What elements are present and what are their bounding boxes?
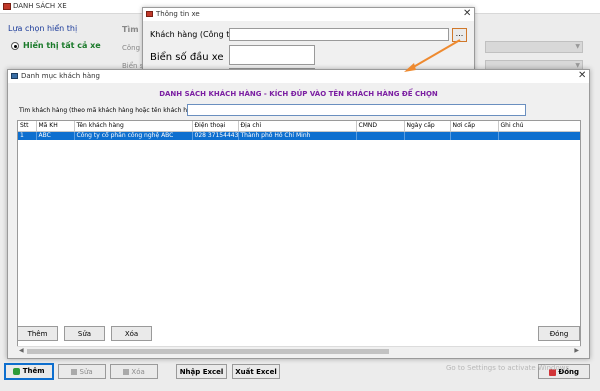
display-option-label: Lựa chọn hiển thị <box>8 24 78 33</box>
vehicle-info-title-bar: Thông tin xe ✕ <box>143 8 474 21</box>
export-excel-button[interactable]: Xuất Excel <box>232 364 280 379</box>
column-header[interactable]: Nơi cấp <box>450 121 499 132</box>
customer-table: Stt Mã KH Tên khách hàng Điện thoại Địa … <box>18 121 580 140</box>
main-add-button[interactable]: Thêm <box>4 363 54 380</box>
chevron-down-icon: ▼ <box>575 62 580 69</box>
table-cell <box>450 131 499 140</box>
customer-grid[interactable]: Stt Mã KH Tên khách hàng Điện thoại Địa … <box>17 120 581 355</box>
customer-edit-button[interactable]: Sửa <box>64 326 105 341</box>
column-header[interactable]: Điện thoại <box>192 121 239 132</box>
customer-app-icon <box>11 73 18 79</box>
customer-title-bar: Danh mục khách hàng ✕ <box>8 70 589 83</box>
plate-field-label: Biển số đầu xe <box>150 52 224 63</box>
customer-delete-button[interactable]: Xóa <box>111 326 152 341</box>
edit-icon <box>71 369 78 375</box>
customer-close-button[interactable]: Đóng <box>538 326 580 341</box>
arrow-line <box>409 39 461 70</box>
column-header[interactable]: Tên khách hàng <box>74 121 193 132</box>
plate-field[interactable] <box>229 45 315 65</box>
table-cell <box>498 131 580 140</box>
table-cell <box>356 131 405 140</box>
column-header[interactable]: Ghi chú <box>498 121 580 132</box>
table-cell: Công ty cổ phần công nghệ ABC <box>74 131 193 140</box>
chevron-down-icon: ▼ <box>575 43 580 50</box>
customer-close-icon[interactable]: ✕ <box>578 70 586 81</box>
arrowhead-icon <box>404 63 416 72</box>
customer-search-input[interactable] <box>187 104 526 116</box>
table-cell: 028 37154443 <box>192 131 239 140</box>
delete-icon <box>123 369 130 375</box>
activate-windows-line2: Go to Settings to activate Windows. <box>446 364 572 372</box>
main-delete-label: Xóa <box>131 368 145 376</box>
customer-table-header: Stt Mã KH Tên khách hàng Điện thoại Địa … <box>18 121 580 132</box>
column-header[interactable]: Mã KH <box>36 121 75 132</box>
customer-dialog-title: Danh mục khách hàng <box>21 72 101 80</box>
customer-add-button[interactable]: Thêm <box>17 326 58 341</box>
vehicle-app-icon <box>146 11 153 17</box>
scroll-right-icon[interactable]: ▶ <box>574 347 579 354</box>
customer-list-heading: DANH SÁCH KHÁCH HÀNG - KÍCH ĐÚP VÀO TÊN … <box>159 90 438 98</box>
main-edit-label: Sửa <box>79 368 93 376</box>
column-header[interactable]: Stt <box>18 121 37 132</box>
column-header[interactable]: CMND <box>356 121 405 132</box>
main-add-label: Thêm <box>22 367 45 375</box>
main-edit-button[interactable]: Sửa <box>58 364 106 379</box>
show-all-radio[interactable] <box>11 42 19 50</box>
table-cell: 1 <box>18 131 37 140</box>
annotation-arrow <box>404 39 461 72</box>
customer-field-label: Khách hàng (Công ty) <box>150 30 238 39</box>
column-header[interactable]: Địa chỉ <box>238 121 357 132</box>
customer-dialog: Danh mục khách hàng ✕ DANH SÁCH KHÁCH HÀ… <box>7 69 590 359</box>
column-header[interactable]: Ngày cấp <box>404 121 451 132</box>
customer-search-label: Tìm khách hàng (theo mã khách hàng hoặc … <box>19 107 203 114</box>
show-all-radio-label: Hiển thị tất cả xe <box>23 41 101 50</box>
table-cell <box>404 131 451 140</box>
scroll-left-icon[interactable]: ◀ <box>19 347 24 354</box>
scrollbar-thumb[interactable] <box>27 349 389 354</box>
add-icon <box>13 367 21 375</box>
table-cell: Thành phố Hồ Chí Minh <box>238 131 357 140</box>
import-excel-button[interactable]: Nhập Excel <box>176 364 227 379</box>
table-cell: ABC <box>36 131 75 140</box>
main-delete-button[interactable]: Xóa <box>110 364 158 379</box>
radio-dot <box>13 44 17 48</box>
vehicle-info-title: Thông tin xe <box>156 10 200 18</box>
horizontal-scrollbar[interactable]: ◀ ▶ <box>17 346 581 355</box>
main-window-title: DANH SÁCH XE <box>13 2 67 10</box>
table-row[interactable]: 1 ABC Công ty cổ phần công nghệ ABC 028 … <box>18 131 580 140</box>
app-icon <box>3 3 11 10</box>
main-combo-1[interactable]: ▼ <box>485 41 583 53</box>
vehicle-close-icon[interactable]: ✕ <box>463 8 471 19</box>
